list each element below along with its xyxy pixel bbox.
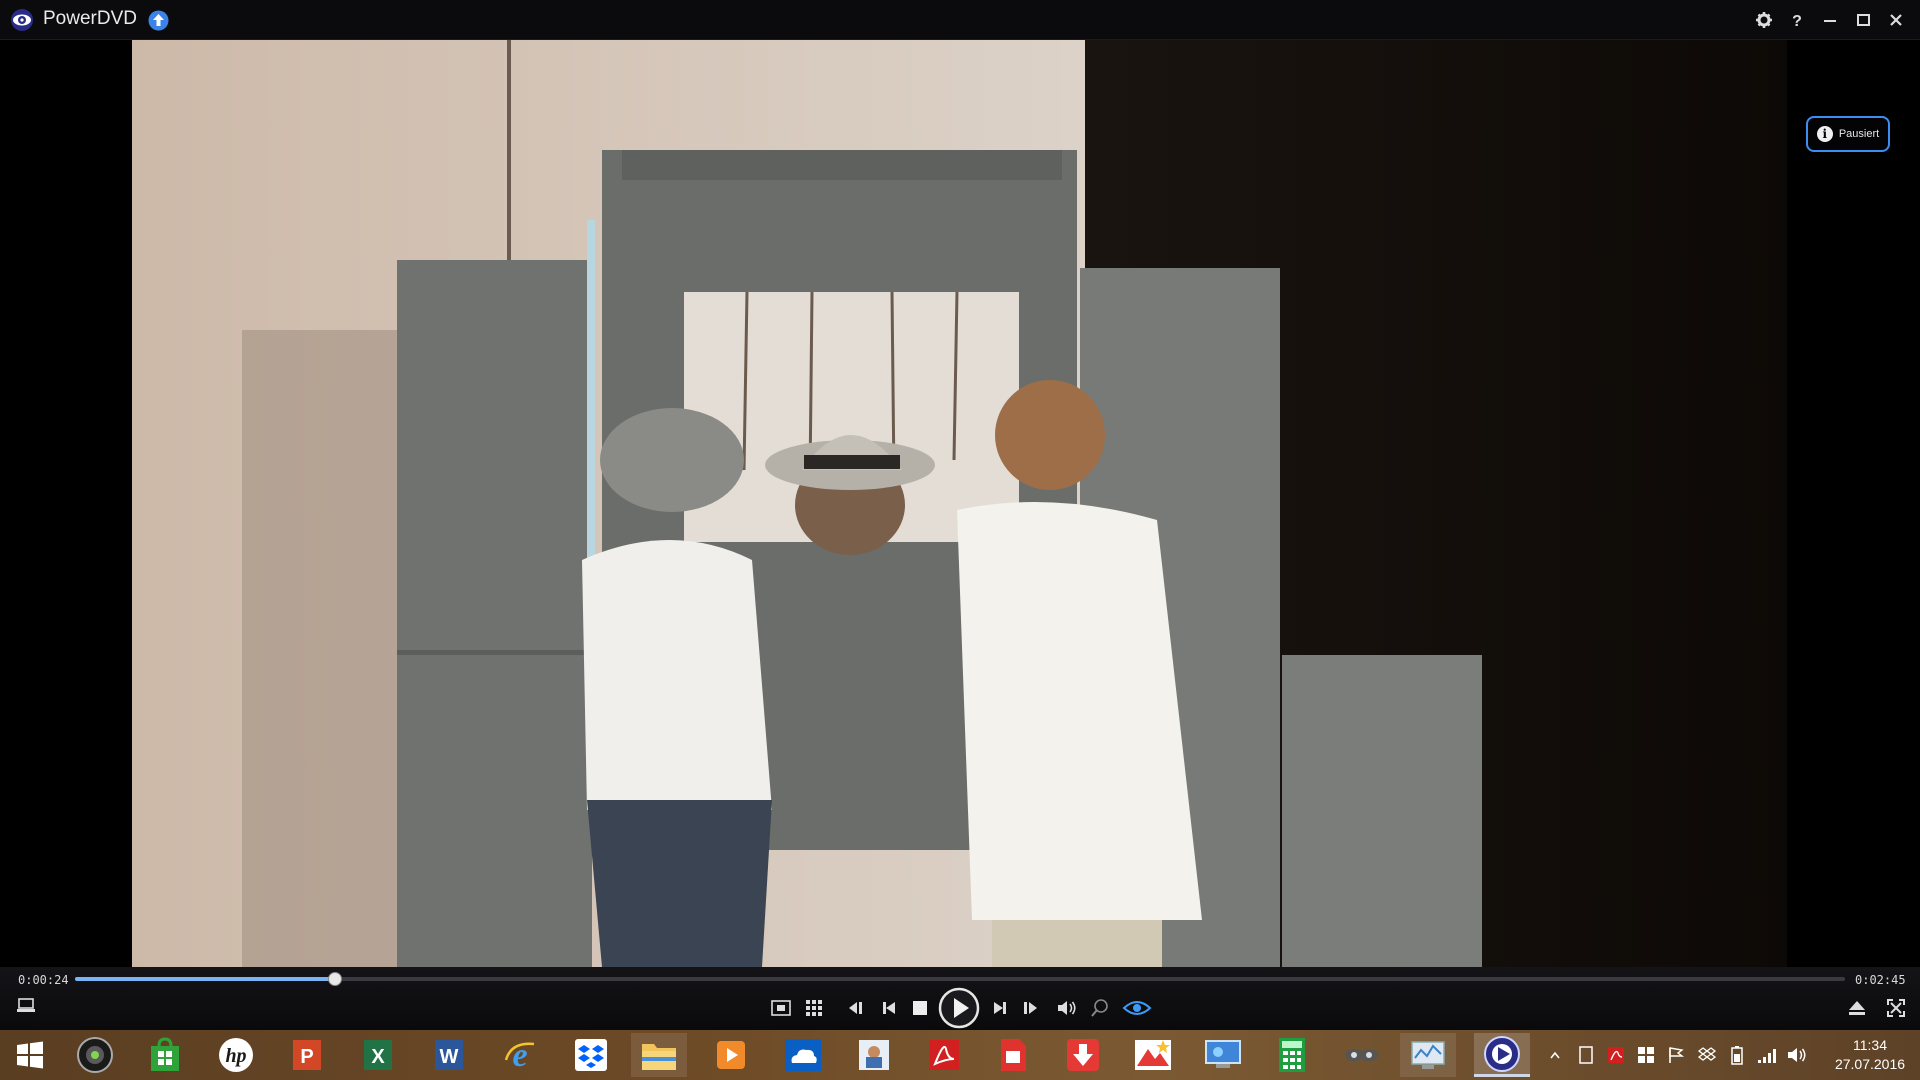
- seek-bar[interactable]: [75, 972, 1845, 986]
- taskbar-clock[interactable]: 11:34 27.07.2016: [1822, 1036, 1918, 1074]
- video-still-image: [132, 40, 1787, 967]
- tray-tablet-icon[interactable]: [1575, 1044, 1597, 1066]
- webcam-app-icon[interactable]: [67, 1033, 123, 1077]
- snapshot-icon[interactable]: [768, 996, 794, 1020]
- video-frame[interactable]: [132, 40, 1787, 967]
- action-center-flag-icon[interactable]: [1665, 1044, 1687, 1066]
- app-title: PowerDVD: [43, 8, 137, 29]
- seek-handle[interactable]: [328, 972, 343, 986]
- playback-status-label: Pausiert: [1838, 128, 1880, 140]
- total-time: 0:02:45: [1855, 973, 1906, 987]
- close-icon[interactable]: [1884, 8, 1908, 32]
- tray-volume-icon[interactable]: [1786, 1044, 1808, 1066]
- help-icon[interactable]: ?: [1785, 8, 1809, 32]
- trueTheater-eye-icon[interactable]: [1120, 996, 1154, 1020]
- step-forward-icon[interactable]: [1018, 996, 1044, 1020]
- pdf-app-icon[interactable]: [985, 1033, 1041, 1077]
- svg-text:W: W: [440, 1046, 459, 1068]
- svg-text:P: P: [300, 1046, 313, 1068]
- hp-app-icon[interactable]: hp: [208, 1033, 264, 1077]
- seek-progress: [75, 977, 336, 981]
- next-icon[interactable]: [987, 996, 1013, 1020]
- snipping-tool-icon[interactable]: [1333, 1033, 1389, 1077]
- photo-gallery-icon[interactable]: [1125, 1033, 1181, 1077]
- menu-grid-icon[interactable]: [801, 996, 827, 1020]
- stop-icon[interactable]: [907, 996, 933, 1020]
- info-icon: i: [1816, 126, 1833, 142]
- svg-text:?: ?: [1792, 13, 1802, 30]
- system-monitor-icon[interactable]: [1400, 1033, 1456, 1077]
- settings-gear-icon[interactable]: [1752, 8, 1776, 32]
- excel-icon[interactable]: X: [350, 1033, 406, 1077]
- start-windows-icon[interactable]: [2, 1033, 58, 1077]
- media-library-icon[interactable]: [14, 994, 38, 1018]
- show-hidden-icons-chevron-icon[interactable]: [1544, 1044, 1566, 1066]
- powerpoint-icon[interactable]: P: [279, 1033, 335, 1077]
- download-app-icon[interactable]: [1055, 1033, 1111, 1077]
- acrobat-icon[interactable]: [916, 1033, 972, 1077]
- current-time: 0:00:24: [18, 973, 69, 987]
- minimize-icon[interactable]: [1818, 8, 1842, 32]
- play-button[interactable]: [937, 986, 981, 1030]
- playback-status-chip[interactable]: i Pausiert: [1806, 116, 1890, 152]
- player-control-bar: 0:00:24 0:02:45: [0, 967, 1920, 1030]
- volume-icon[interactable]: [1054, 996, 1080, 1020]
- eject-icon[interactable]: [1844, 996, 1870, 1020]
- store-app-icon[interactable]: [137, 1033, 193, 1077]
- calculator-icon[interactable]: [1264, 1033, 1320, 1077]
- svg-text:hp: hp: [225, 1045, 246, 1067]
- clock-date: 27.07.2016: [1834, 1056, 1906, 1072]
- tray-dropbox-icon[interactable]: [1696, 1044, 1718, 1066]
- svg-text:e: e: [512, 1037, 527, 1074]
- onedrive-icon[interactable]: [775, 1033, 831, 1077]
- powerdvd-taskbar-icon[interactable]: [1474, 1033, 1530, 1077]
- dropbox-icon[interactable]: [563, 1033, 619, 1077]
- word-icon[interactable]: W: [421, 1033, 477, 1077]
- tray-windows-icon[interactable]: [1635, 1044, 1657, 1066]
- network-signal-icon[interactable]: [1756, 1044, 1778, 1066]
- svg-text:X: X: [371, 1046, 385, 1068]
- control-panel-icon[interactable]: [1195, 1033, 1251, 1077]
- photo-app-icon[interactable]: [846, 1033, 902, 1077]
- fullscreen-icon[interactable]: [1883, 996, 1909, 1020]
- internet-explorer-icon[interactable]: e: [492, 1033, 548, 1077]
- title-bar: PowerDVD ?: [0, 0, 1920, 40]
- clock-time: 11:34: [1853, 1037, 1887, 1053]
- video-app-icon[interactable]: [703, 1033, 759, 1077]
- file-explorer-icon[interactable]: [631, 1033, 687, 1077]
- step-back-icon[interactable]: [842, 996, 868, 1020]
- zoom-icon[interactable]: [1087, 996, 1113, 1020]
- maximize-icon[interactable]: [1851, 8, 1875, 32]
- tray-acrobat-icon[interactable]: [1605, 1044, 1627, 1066]
- battery-icon[interactable]: [1726, 1044, 1748, 1066]
- windows-taskbar: hp P X W e 11:34 27.07.2016: [0, 1030, 1920, 1080]
- upgrade-icon[interactable]: [148, 10, 169, 31]
- powerdvd-logo-icon: [11, 9, 33, 31]
- previous-icon[interactable]: [876, 996, 902, 1020]
- video-area[interactable]: i Pausiert: [0, 40, 1920, 967]
